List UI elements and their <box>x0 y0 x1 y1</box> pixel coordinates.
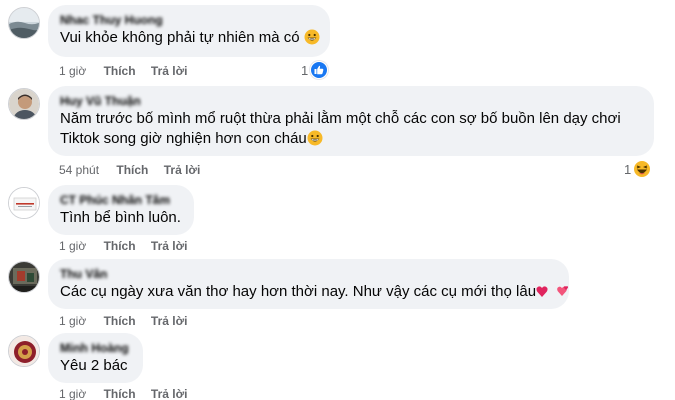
comment-text: Tình bể bình luôn. <box>60 208 182 228</box>
like-button[interactable]: Thích <box>104 238 136 254</box>
comment-actions: 1 giờ Thích Trả lời <box>59 386 187 400</box>
reply-button[interactable]: Trả lời <box>151 63 188 79</box>
reaction-count: 1 <box>624 161 632 177</box>
avatar[interactable] <box>8 335 40 367</box>
comment-author[interactable]: Thu Vân <box>60 266 557 282</box>
comment-author[interactable]: Huy Vũ Thuận <box>60 93 642 109</box>
comment-text-line: Yêu 2 bác <box>60 357 128 374</box>
like-button[interactable]: Thích <box>104 386 136 400</box>
comment-bubble: CT Phúc Nhân Tâm Tình bể bình luôn. <box>48 185 194 235</box>
reply-button[interactable]: Trả lời <box>151 386 188 400</box>
comment-bubble: Minh Hoàng Yêu 2 bác <box>48 333 143 383</box>
comment-bubble: Huy Vũ Thuận Năm trước bố mình mổ ruột t… <box>48 86 654 156</box>
comment-actions: 1 giờ Thích Trả lời <box>59 313 187 329</box>
grinning-face-icon <box>304 29 320 45</box>
comment-text-line: Năm trước bố mình mổ ruột thừa phải lằm … <box>60 110 621 127</box>
comment-text-line: Các cụ ngày xưa văn thơ hay hơn thời nay… <box>60 283 537 300</box>
comment-actions: 54 phút Thích Trả lời <box>59 162 200 178</box>
thumbs-up-icon <box>310 61 329 79</box>
comment-time[interactable]: 54 phút <box>59 162 99 178</box>
like-button[interactable]: Thích <box>116 162 148 178</box>
like-button[interactable]: Thích <box>104 63 136 79</box>
like-button[interactable]: Thích <box>104 313 136 329</box>
comment-time[interactable]: 1 giờ <box>59 313 86 329</box>
comment-bubble: Nhac Thuy Huong Vui khỏe không phải tự n… <box>48 5 330 57</box>
comment-time[interactable]: 1 giờ <box>59 386 86 400</box>
comment-text-line: Tình bể bình luôn. <box>60 209 181 226</box>
comment-bubble: Thu Vân Các cụ ngày xưa văn thơ hay hơn … <box>48 259 569 309</box>
two-hearts-icon <box>536 286 569 297</box>
comment-actions: 1 giờ Thích Trả lời <box>59 63 187 79</box>
reaction-summary[interactable]: 1 <box>301 61 329 79</box>
reply-button[interactable]: Trả lời <box>151 238 188 254</box>
avatar[interactable] <box>8 261 40 293</box>
grinning-face-icon <box>307 130 323 146</box>
haha-reaction-icon <box>633 160 652 178</box>
comment-author[interactable]: Minh Hoàng <box>60 340 131 356</box>
comment-text: Năm trước bố mình mổ ruột thừa phải lằm … <box>60 109 642 149</box>
reply-button[interactable]: Trả lời <box>164 162 201 178</box>
comment-text-line: Vui khỏe không phải tự nhiên mà có <box>60 29 300 46</box>
comment-time[interactable]: 1 giờ <box>59 63 86 79</box>
comment-text: Các cụ ngày xưa văn thơ hay hơn thời nay… <box>60 282 569 302</box>
comment-time[interactable]: 1 giờ <box>59 238 86 254</box>
reaction-summary[interactable]: 1 <box>624 160 652 178</box>
avatar[interactable] <box>8 7 40 39</box>
comment-actions: 1 giờ Thích Trả lời <box>59 238 187 254</box>
comment-author[interactable]: CT Phúc Nhân Tâm <box>60 192 182 208</box>
comment-author[interactable]: Nhac Thuy Huong <box>60 12 318 28</box>
reply-button[interactable]: Trả lời <box>151 313 188 329</box>
avatar[interactable] <box>8 88 40 120</box>
comment-text: Vui khỏe không phải tự nhiên mà có <box>60 28 320 48</box>
avatar[interactable] <box>8 187 40 219</box>
comment-text: Yêu 2 bác <box>60 356 131 376</box>
comment-text-line: Tiktok song giờ nghiện hơn con cháu <box>60 130 307 147</box>
reaction-count: 1 <box>301 62 309 78</box>
